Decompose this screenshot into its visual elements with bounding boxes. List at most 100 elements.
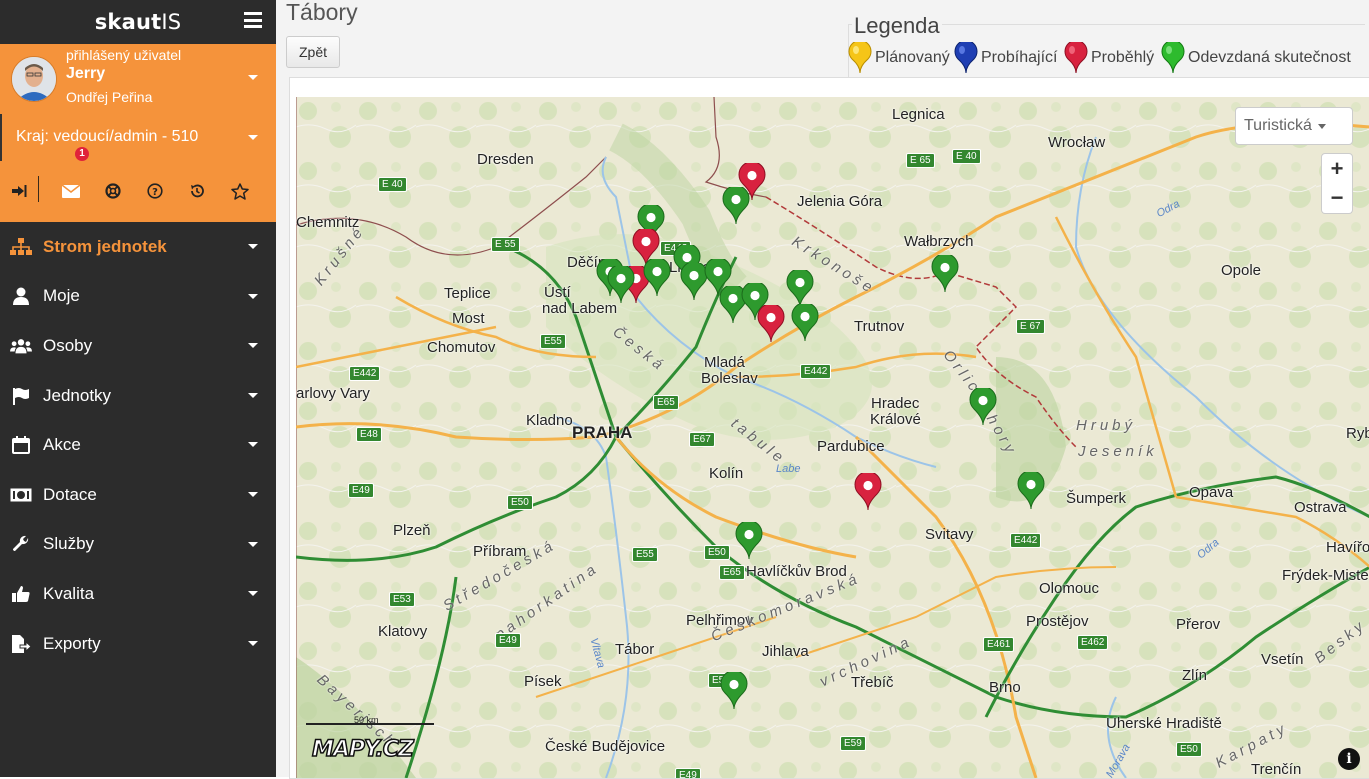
- camps-map[interactable]: Legnica Wrocław Dresden Jelenia Góra Che…: [296, 97, 1369, 778]
- nav-item-strom-jednotek[interactable]: Strom jednotek: [0, 222, 276, 272]
- wrench-icon: [10, 533, 32, 555]
- place-label: České Budějovice: [545, 738, 666, 755]
- place-label: Králové: [870, 411, 921, 428]
- nav-label: Akce: [43, 435, 81, 455]
- camp-marker-finished[interactable]: [757, 303, 785, 348]
- menu-toggle-icon[interactable]: [244, 12, 262, 28]
- road-label: E 65: [906, 153, 935, 168]
- nav-item-akce[interactable]: Akce: [0, 420, 276, 470]
- mapy-cz-logo[interactable]: MAPY.CZ: [311, 736, 414, 763]
- nav-item-osoby[interactable]: Osoby: [0, 321, 276, 371]
- nav-item-exporty[interactable]: Exporty: [0, 619, 276, 669]
- question-icon[interactable]: ?: [142, 178, 168, 204]
- role-chevron-icon[interactable]: [248, 135, 258, 140]
- nav-item-moje[interactable]: Moje: [0, 272, 276, 322]
- place-label: Teplice: [444, 285, 491, 302]
- camp-marker-submitted[interactable]: [735, 520, 763, 565]
- map-frame: Legnica Wrocław Dresden Jelenia Góra Che…: [289, 77, 1369, 779]
- map-type-value: Turistická: [1244, 117, 1312, 134]
- road-label: E55: [632, 547, 658, 562]
- place-label: Třebíč: [851, 674, 894, 691]
- place-label: Ostrava: [1294, 499, 1347, 516]
- info-icon[interactable]: i: [1338, 748, 1360, 770]
- camp-marker-submitted[interactable]: [643, 257, 671, 302]
- road-label: E 67: [1016, 319, 1045, 334]
- user-caption: přihlášený uživatel: [66, 47, 182, 63]
- sidebar: skautIS přihlášený uživatel Jerry Ondřej…: [0, 0, 276, 777]
- road-label: E442: [1010, 533, 1042, 548]
- logout-icon[interactable]: [6, 178, 32, 204]
- chevron-down-icon: [248, 392, 258, 398]
- place-label: Wrocław: [1048, 134, 1106, 151]
- legend-label: Plánovaný: [875, 49, 950, 66]
- brand-logo[interactable]: skautIS: [95, 10, 182, 34]
- place-label: Tábor: [615, 641, 655, 658]
- green-balloon-icon: [1161, 42, 1185, 74]
- place-label: Jelenia Góra: [797, 193, 883, 210]
- place-label: Brno: [989, 679, 1021, 696]
- place-label: Dresden: [477, 151, 534, 168]
- place-label: Šumperk: [1066, 490, 1127, 507]
- map-type-select[interactable]: Turistická: [1235, 107, 1353, 145]
- thumbs-up-icon: [10, 583, 32, 605]
- user-menu-chevron-icon[interactable]: [248, 75, 258, 80]
- chevron-down-icon: [248, 442, 258, 448]
- camp-marker-submitted[interactable]: [791, 302, 819, 347]
- place-label: Klatovy: [378, 623, 428, 640]
- tools-divider: [38, 176, 39, 202]
- place-label: Přerov: [1176, 616, 1221, 633]
- road-label: E 40: [378, 177, 407, 192]
- road-label: E461: [983, 637, 1015, 652]
- chevron-down-icon: [248, 293, 258, 299]
- road-label: E55: [540, 334, 566, 349]
- user-icon: [10, 285, 32, 307]
- zoom-in-button[interactable]: +: [1321, 153, 1353, 185]
- road-label: E65: [719, 565, 745, 580]
- place-label: Svitavy: [925, 526, 974, 543]
- nav-item-kvalita[interactable]: Kvalita: [0, 569, 276, 619]
- scale-label: 50 km: [354, 715, 379, 725]
- camp-marker-submitted[interactable]: [931, 253, 959, 298]
- nav-item-dotace[interactable]: Dotace: [0, 470, 276, 520]
- place-label: Boleslav: [701, 370, 758, 387]
- help-center-icon[interactable]: [100, 178, 126, 204]
- messages-icon[interactable]: [58, 178, 84, 204]
- road-label: E59: [840, 736, 866, 751]
- role-selector[interactable]: Kraj: vedoucí/admin - 510: [0, 114, 278, 161]
- user-login[interactable]: Jerry: [66, 65, 105, 83]
- place-label: Legnica: [892, 106, 945, 123]
- place-label: Zlín: [1182, 667, 1208, 684]
- camp-marker-finished[interactable]: [854, 471, 882, 516]
- back-button[interactable]: Zpět: [286, 36, 340, 68]
- legend-item-ongoing: Probíhající: [954, 42, 1057, 74]
- place-label-capital: PRAHA: [572, 423, 633, 442]
- favorites-star-icon[interactable]: [227, 178, 253, 204]
- avatar[interactable]: [11, 56, 57, 102]
- road-label: E65: [653, 395, 679, 410]
- camp-marker-submitted[interactable]: [607, 264, 635, 309]
- red-balloon-icon: [1064, 42, 1088, 74]
- legend-label: Proběhlý: [1091, 49, 1155, 66]
- camp-marker-submitted[interactable]: [720, 670, 748, 715]
- blue-balloon-icon: [954, 42, 978, 74]
- chevron-down-icon: [248, 491, 258, 497]
- legend-item-planned: Plánovaný: [848, 42, 950, 74]
- camp-marker-submitted[interactable]: [1017, 470, 1045, 515]
- place-label: Opava: [1189, 484, 1234, 501]
- nav-label: Moje: [43, 286, 80, 306]
- history-icon[interactable]: [184, 178, 210, 204]
- place-label: Hradec: [871, 395, 920, 412]
- camp-marker-submitted[interactable]: [722, 185, 750, 230]
- nav-item-jednotky[interactable]: Jednotky: [0, 371, 276, 421]
- place-label: Rybr: [1346, 425, 1369, 442]
- place-label: Jihlava: [762, 643, 809, 660]
- place-label: arlovy Vary: [296, 385, 370, 402]
- road-label: E50: [507, 495, 533, 510]
- zoom-out-button[interactable]: −: [1321, 183, 1353, 214]
- nav-item-sluzby[interactable]: Služby: [0, 520, 276, 570]
- users-icon: [10, 335, 32, 357]
- nav-label: Služby: [43, 534, 95, 554]
- chevron-down-icon: [248, 541, 258, 547]
- place-label: Mladá: [704, 354, 745, 371]
- camp-marker-submitted[interactable]: [969, 386, 997, 431]
